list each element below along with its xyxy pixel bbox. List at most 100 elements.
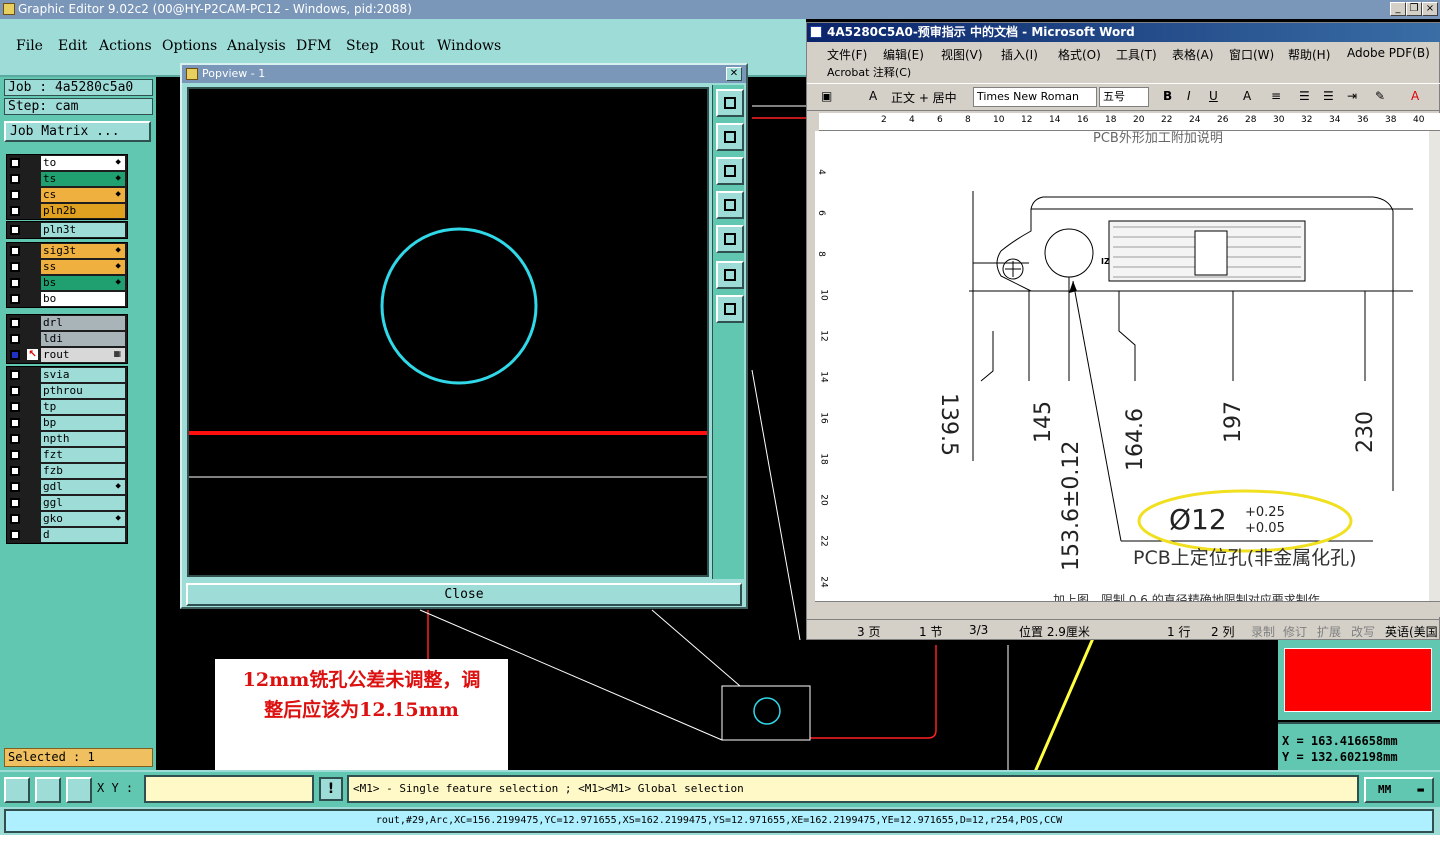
menu-analysis[interactable]: Analysis: [227, 38, 286, 54]
layer-row[interactable]: cs ⬥: [7, 187, 127, 203]
xy-input[interactable]: [144, 775, 314, 803]
grid-icon[interactable]: [66, 777, 92, 803]
bold-icon[interactable]: B: [1163, 89, 1172, 103]
numbering-icon[interactable]: ☰: [1299, 89, 1310, 103]
font-color-icon[interactable]: A: [1411, 89, 1419, 103]
layer-row[interactable]: bs ⬥: [7, 275, 127, 291]
layer-checkbox[interactable]: [10, 262, 20, 272]
layer-checkbox[interactable]: [10, 498, 20, 508]
layer-checkbox[interactable]: [10, 206, 20, 216]
unit-select[interactable]: MM ▬: [1364, 777, 1434, 803]
layer-row[interactable]: fzt: [7, 447, 127, 463]
indent-icon[interactable]: ⇥: [1347, 89, 1357, 103]
zoom-out-icon[interactable]: [716, 295, 744, 323]
layer-checkbox[interactable]: [10, 418, 20, 428]
job-matrix-button[interactable]: Job Matrix ...: [4, 121, 151, 142]
menu-edit[interactable]: Edit: [58, 38, 87, 54]
restore-icon[interactable]: ❐: [1406, 2, 1422, 16]
word-menu-help[interactable]: 帮助(H): [1288, 46, 1330, 63]
save-icon[interactable]: ▣: [821, 89, 832, 103]
layer-row[interactable]: ss ⬥: [7, 259, 127, 275]
small-drill-circle[interactable]: [753, 697, 781, 725]
layer-checkbox[interactable]: [10, 158, 20, 168]
status-trk[interactable]: 修订: [1283, 623, 1307, 640]
word-menu-format[interactable]: 格式(O): [1058, 46, 1101, 63]
word-menu-file[interactable]: 文件(F): [827, 46, 867, 63]
word-menu-tools[interactable]: 工具(T): [1116, 46, 1157, 63]
layer-checkbox[interactable]: [10, 294, 20, 304]
layer-row[interactable]: ↖ rout ▦: [7, 347, 127, 363]
layer-checkbox[interactable]: [10, 514, 20, 524]
font-select[interactable]: Times New Roman: [973, 87, 1097, 107]
layer-row[interactable]: pln2b: [7, 203, 127, 219]
word-menu-acrobat[interactable]: Acrobat 注释(C): [827, 64, 911, 80]
layer-row[interactable]: bp: [7, 415, 127, 431]
layer-row[interactable]: gko ⬥: [7, 511, 127, 527]
menu-rout[interactable]: Rout: [391, 38, 425, 54]
zoom-window-icon[interactable]: [716, 89, 744, 117]
layer-checkbox[interactable]: [10, 334, 20, 344]
layer-checkbox[interactable]: [10, 246, 20, 256]
layer-row[interactable]: ggl: [7, 495, 127, 511]
size-select[interactable]: 五号: [1099, 87, 1149, 107]
pan-up-icon[interactable]: [716, 123, 744, 151]
zoom-fit-icon[interactable]: [716, 261, 744, 289]
layer-checkbox[interactable]: [10, 318, 20, 328]
menu-dfm[interactable]: DFM: [296, 38, 331, 54]
layer-checkbox[interactable]: [10, 190, 20, 200]
bullets-icon[interactable]: ☰: [1323, 89, 1334, 103]
align-center-icon[interactable]: ≡: [1271, 89, 1281, 103]
pan-down-icon[interactable]: [716, 157, 744, 185]
word-menu-window[interactable]: 窗口(W): [1229, 46, 1274, 63]
italic-icon[interactable]: I: [1187, 89, 1191, 103]
layer-checkbox[interactable]: [10, 466, 20, 476]
layer-checkbox[interactable]: [10, 402, 20, 412]
word-vertical-scrollbar[interactable]: [1429, 131, 1440, 601]
layer-checkbox[interactable]: [10, 225, 20, 235]
layer-checkbox[interactable]: [10, 450, 20, 460]
menu-windows[interactable]: Windows: [437, 38, 501, 54]
word-menu-edit[interactable]: 编辑(E): [883, 46, 924, 63]
pan-right-icon[interactable]: [716, 225, 744, 253]
status-ext[interactable]: 扩展: [1317, 623, 1341, 640]
menu-step[interactable]: Step: [346, 38, 378, 54]
layer-row[interactable]: to ⬥: [7, 155, 127, 171]
menu-options[interactable]: Options: [162, 38, 217, 54]
menu-actions[interactable]: Actions: [99, 38, 152, 54]
layer-row[interactable]: gdl ⬥: [7, 479, 127, 495]
layer-checkbox[interactable]: [10, 350, 20, 360]
layer-row[interactable]: ldi: [7, 331, 127, 347]
layer-row[interactable]: ts ⬥: [7, 171, 127, 187]
layer-row[interactable]: tp: [7, 399, 127, 415]
warning-icon[interactable]: !: [319, 777, 343, 801]
layer-checkbox[interactable]: [10, 386, 20, 396]
highlight-icon[interactable]: ✎: [1375, 89, 1385, 103]
layer-row[interactable]: drl: [7, 315, 127, 331]
char-border-icon[interactable]: A: [1243, 89, 1251, 103]
minimize-icon[interactable]: _: [1390, 2, 1406, 16]
pan-left-icon[interactable]: [716, 191, 744, 219]
popview-canvas[interactable]: [187, 87, 709, 577]
layer-checkbox[interactable]: [10, 434, 20, 444]
layer-row[interactable]: pln3t: [7, 222, 127, 238]
underline-icon[interactable]: U: [1209, 89, 1218, 103]
style-box[interactable]: 正文 + 居中: [891, 89, 957, 106]
layer-checkbox[interactable]: [10, 174, 20, 184]
layer-checkbox[interactable]: [10, 278, 20, 288]
measure-icon[interactable]: [35, 777, 61, 803]
word-menu-adobe-pdf[interactable]: Adobe PDF(B): [1347, 46, 1430, 60]
styles-icon[interactable]: A: [869, 89, 877, 103]
menu-file[interactable]: File: [16, 38, 43, 54]
status-rec[interactable]: 录制: [1251, 623, 1275, 640]
snap-icon[interactable]: [4, 777, 30, 803]
layer-row[interactable]: npth: [7, 431, 127, 447]
popview-close-button[interactable]: Close: [186, 583, 742, 606]
layer-row[interactable]: svia: [7, 367, 127, 383]
layer-checkbox[interactable]: [10, 530, 20, 540]
layer-row[interactable]: sig3t ⬥: [7, 243, 127, 259]
popview-close-icon[interactable]: ✕: [726, 67, 742, 81]
drill-circle[interactable]: [380, 227, 538, 385]
layer-row[interactable]: bo: [7, 291, 127, 307]
layer-checkbox[interactable]: [10, 482, 20, 492]
layer-row[interactable]: pthrou: [7, 383, 127, 399]
